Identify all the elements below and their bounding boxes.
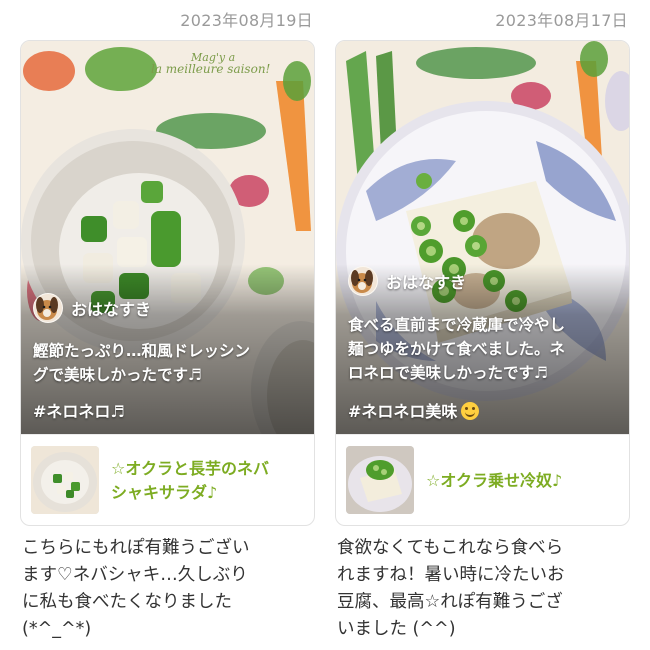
hashtag[interactable]: #ネロネロ美味 [348,398,480,422]
author-row[interactable]: おはなすき [33,293,151,323]
hashtag[interactable]: #ネロネロ♬ [33,398,125,422]
author-reply: こちらにもれぽ有難うござい ます♡ネバシャキ…久しぶり に私も食べたくなりました… [22,538,250,639]
avatar[interactable] [348,266,378,296]
report-comment: 鰹節たっぷり…和風ドレッシン グで美味しかったです♬ [33,342,251,384]
smile-emoji-icon [461,402,480,420]
recipe-link[interactable]: ☆オクラと長芋のネバ シャキサラダ♪ [21,434,314,525]
report-comment: 食べる直前まで冷蔵庫で冷やし 麺つゆをかけて食べました。ネ ロネロで美味しかった… [348,316,566,382]
recipe-thumbnail[interactable] [31,446,99,514]
report-card[interactable]: Mag'y a la meilleure saison! おはなすき 鰹節たっぷ… [20,40,315,526]
recipe-title[interactable]: ☆オクラ乗せ冷奴♪ [426,469,621,493]
recipe-title[interactable]: ☆オクラと長芋のネバ シャキサラダ♪ [111,457,306,505]
author-row[interactable]: おはなすき [348,266,466,296]
report-photo[interactable]: Mag'y a la meilleure saison! おはなすき 鰹節たっぷ… [21,41,314,434]
author-reply: 食欲なくてもこれなら食べら れますね！暑い時に冷たいお 豆腐、最高☆れぽ有難うご… [337,538,565,639]
report-photo[interactable]: おはなすき 食べる直前まで冷蔵庫で冷やし 麺つゆをかけて食べました。ネ ロネロで… [336,41,629,434]
report-column-1: 2023年08月19日 Mag'y a la meilleure saison! [20,0,315,650]
post-date: 2023年08月17日 [495,11,628,30]
report-card[interactable]: おはなすき 食べる直前まで冷蔵庫で冷やし 麺つゆをかけて食べました。ネ ロネロで… [335,40,630,526]
recipe-thumbnail[interactable] [346,446,414,514]
post-date: 2023年08月19日 [180,11,313,30]
author-name[interactable]: おはなすき [71,296,151,320]
svg-text:la meilleure saison!: la meilleure saison! [151,62,271,76]
recipe-link[interactable]: ☆オクラ乗せ冷奴♪ [336,434,629,525]
author-name[interactable]: おはなすき [386,269,466,293]
report-column-2: 2023年08月17日 おはなすき 食べる直前まで冷蔵庫で冷やし 麺つゆをかけて… [335,0,630,650]
avatar[interactable] [33,293,63,323]
